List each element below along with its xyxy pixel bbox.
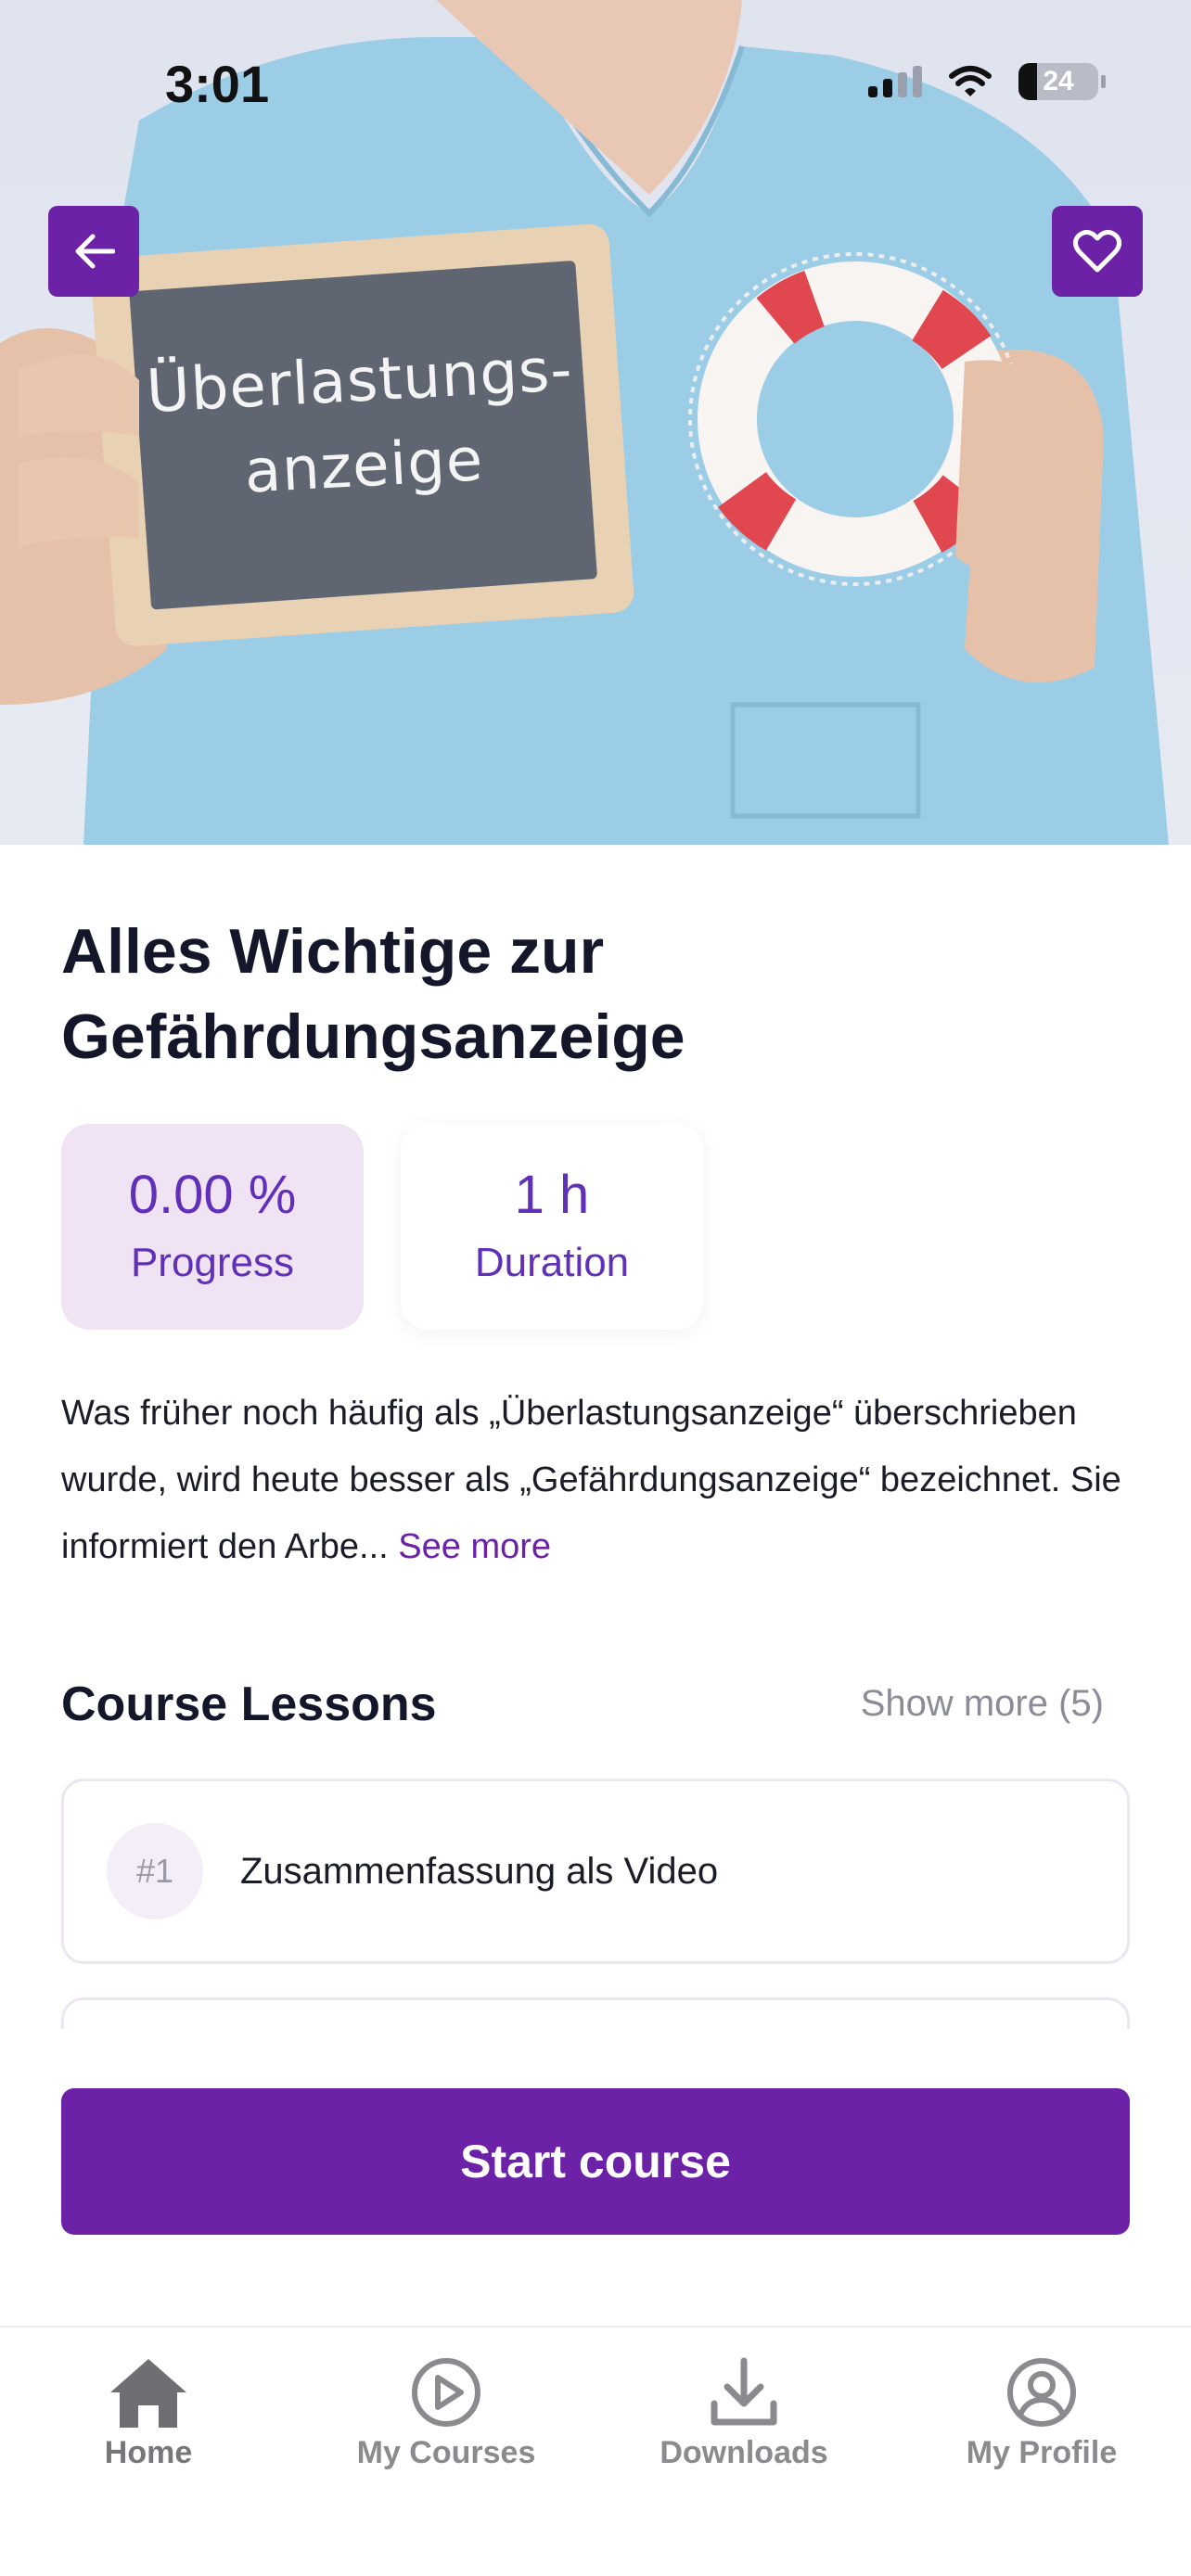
start-course-button[interactable]: Start course <box>61 2088 1130 2235</box>
status-bar: 3:01 24 <box>0 0 1191 176</box>
nav-label: Home <box>104 2435 193 2470</box>
lessons-section-title: Course Lessons <box>61 1677 437 1731</box>
nav-label: Downloads <box>660 2435 828 2470</box>
course-title: Alles Wichtige zur Gefährdungsanzeige <box>61 916 685 1072</box>
nav-label: My Courses <box>356 2435 536 2470</box>
favorite-button[interactable] <box>1052 206 1143 297</box>
lesson-list-overflow <box>0 1997 1191 2029</box>
home-icon <box>110 2359 186 2428</box>
see-more-link[interactable]: See more <box>398 1527 551 1566</box>
lesson-title: Zusammenfassung als Video <box>240 1850 719 1892</box>
heart-outline-icon <box>1072 229 1122 273</box>
duration-label: Duration <box>474 1240 630 1285</box>
lesson-number: #1 <box>107 1823 203 1919</box>
download-icon <box>711 2357 777 2426</box>
sign-text: Überlastungs- anzeige <box>145 336 575 507</box>
arrow-left-icon <box>75 234 115 269</box>
progress-card: 0.00 % Progress <box>61 1124 364 1330</box>
duration-value: 1 h <box>514 1165 590 1225</box>
lesson-item[interactable]: #1 Zusammenfassung als Video <box>61 1779 1130 1964</box>
battery-icon: 24 <box>1018 63 1106 100</box>
progress-label: Progress <box>130 1240 295 1285</box>
lesson-item-partial[interactable] <box>61 1997 1130 2029</box>
nav-label: My Profile <box>966 2435 1118 2470</box>
course-description: Was früher noch häufig als „Überlastungs… <box>61 1380 1137 1580</box>
nav-item-downloads[interactable]: Downloads <box>623 2355 864 2471</box>
nav-item-home[interactable]: Home <box>28 2355 269 2471</box>
duration-card: 1 h Duration <box>401 1124 703 1330</box>
description-text: Was früher noch häufig als „Überlastungs… <box>61 1394 1121 1566</box>
nav-item-my-courses[interactable]: My Courses <box>326 2355 567 2471</box>
signal-icon <box>868 66 922 97</box>
bottom-navigation: Home My Courses Downloads My Profile <box>0 2326 1191 2576</box>
wifi-icon <box>949 66 992 96</box>
nav-item-my-profile[interactable]: My Profile <box>921 2355 1162 2471</box>
show-more-link[interactable]: Show more (5) <box>861 1683 1104 1725</box>
status-time: 3:01 <box>165 55 270 113</box>
back-button[interactable] <box>48 206 139 297</box>
profile-icon <box>1007 2358 1076 2427</box>
status-icons: 24 <box>868 63 1106 100</box>
play-circle-icon <box>412 2358 480 2427</box>
battery-level: 24 <box>1043 66 1074 96</box>
progress-value: 0.00 % <box>128 1165 297 1225</box>
